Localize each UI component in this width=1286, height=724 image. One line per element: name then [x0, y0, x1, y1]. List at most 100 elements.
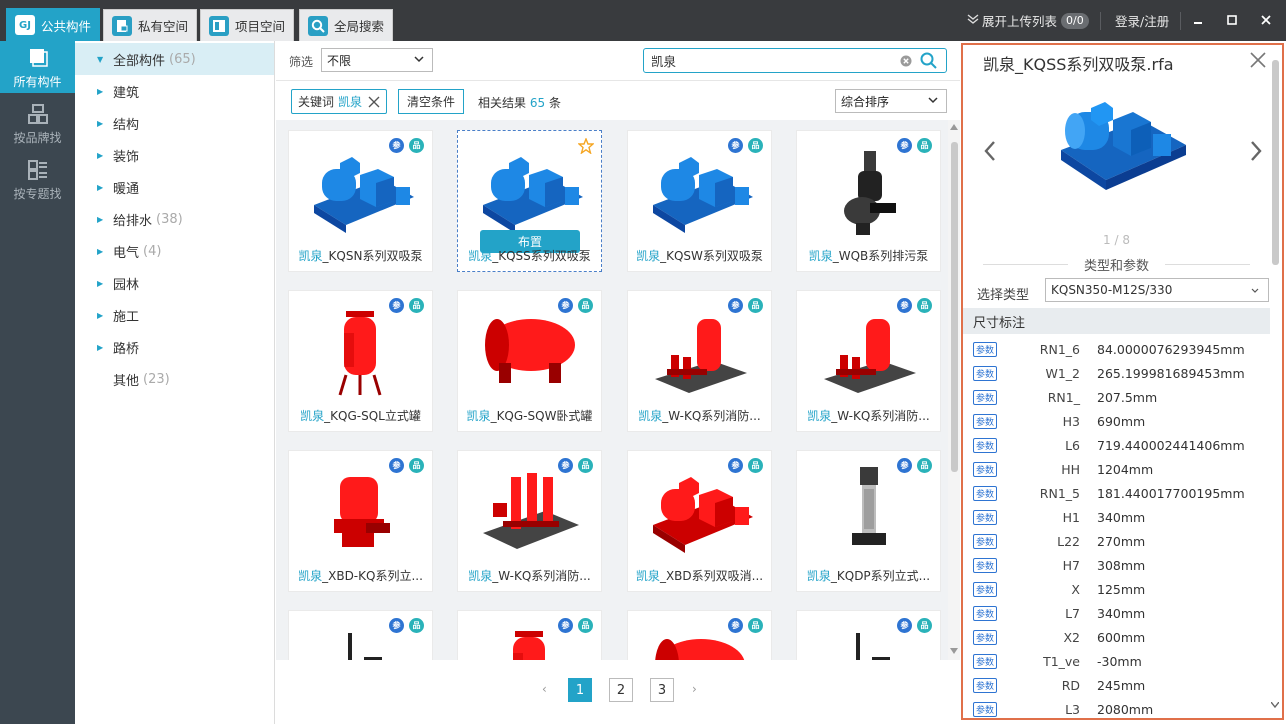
component-card[interactable]: 参 品 [796, 610, 941, 660]
component-card[interactable]: 参 品 凯泉_WQB系列排污泵 [796, 130, 941, 272]
param-tag[interactable]: 参数 [973, 437, 997, 453]
chevron-left-icon[interactable] [983, 140, 997, 162]
param-tag[interactable]: 参数 [973, 485, 997, 501]
param-tag[interactable]: 参数 [973, 581, 997, 597]
close-window-button[interactable] [1256, 10, 1276, 30]
param-tag[interactable]: 参数 [973, 677, 997, 693]
tree-item[interactable]: ▶ 施工 [75, 299, 274, 331]
filter-select[interactable]: 不限 [321, 48, 433, 72]
type-select[interactable]: KQSN350-M12S/330 [1045, 278, 1269, 302]
param-value: 245mm [1097, 677, 1146, 693]
component-card[interactable]: 参 品 凯泉_KQSW系列双吸泵 [627, 130, 772, 272]
card-title-rest: _KQSW系列双吸泵 [660, 249, 763, 263]
tab-project-space[interactable]: 项目空间 [200, 9, 295, 41]
nav-by-brand[interactable]: 按品牌找 [0, 97, 75, 149]
caret-right-icon[interactable]: ▶ [97, 247, 107, 256]
caret-right-icon[interactable]: ▶ [97, 215, 107, 224]
tab-public-components[interactable]: GJ 公共构件 [6, 8, 101, 41]
caret-right-icon[interactable]: ▶ [97, 183, 107, 192]
page-2-button[interactable]: 2 [609, 678, 633, 702]
scroll-down-icon[interactable] [950, 648, 958, 654]
component-card[interactable]: 参 品 凯泉_KQDP系列立式... [796, 450, 941, 592]
param-tag[interactable]: 参数 [973, 701, 997, 717]
expand-upload-list-button[interactable]: 展开上传列表 0/0 [966, 0, 1089, 41]
tree-item[interactable]: 其他 (23) [75, 363, 274, 395]
star-icon[interactable] [578, 138, 594, 154]
component-card[interactable]: 参 品 凯泉_W-KQ系列消防... [457, 450, 602, 592]
tab-private-space[interactable]: 私有空间 [103, 9, 198, 41]
maximize-button[interactable] [1222, 10, 1242, 30]
component-card[interactable]: 参 品 凯泉_W-KQ系列消防... [627, 290, 772, 432]
minimize-button[interactable] [1188, 10, 1208, 30]
parameter-badge-icon: 参 [389, 298, 404, 313]
card-title-rest: _KQG-SQW卧式罐 [490, 409, 593, 423]
tree-item[interactable]: ▶ 路桥 [75, 331, 274, 363]
nav-by-topic[interactable]: 按专题找 [0, 153, 75, 205]
component-card[interactable]: 参 品 [627, 610, 772, 660]
caret-right-icon[interactable]: ▶ [97, 87, 107, 96]
close-icon[interactable] [1250, 52, 1266, 68]
tree-item[interactable]: ▶ 结构 [75, 107, 274, 139]
param-tag[interactable]: 参数 [973, 341, 997, 357]
param-tag[interactable]: 参数 [973, 533, 997, 549]
component-card[interactable]: 参 品 凯泉_KQSN系列双吸泵 [288, 130, 433, 272]
search-icon[interactable] [920, 52, 937, 69]
chevron-right-icon[interactable] [1249, 140, 1263, 162]
login-register-link[interactable]: 登录/注册 [1115, 0, 1169, 41]
remove-keyword-icon[interactable] [368, 96, 380, 108]
param-tag[interactable]: 参数 [973, 653, 997, 669]
component-card[interactable]: 参 品 [288, 610, 433, 660]
param-tag[interactable]: 参数 [973, 461, 997, 477]
tree-item-label: 结构 [113, 117, 140, 133]
scrollbar-thumb[interactable] [951, 142, 958, 472]
nav-all-components[interactable]: 所有构件 [0, 41, 75, 93]
param-value: 340mm [1097, 509, 1146, 525]
tree-item[interactable]: ▶ 装饰 [75, 139, 274, 171]
scrollbar-thumb[interactable] [1272, 60, 1279, 265]
scroll-up-icon[interactable] [950, 124, 958, 130]
tab-global-search[interactable]: 全局搜索 [299, 9, 394, 41]
grid-scrollbar[interactable] [948, 120, 960, 660]
component-card[interactable]: 参 品 凯泉_W-KQ系列消防... [796, 290, 941, 432]
param-tag[interactable]: 参数 [973, 365, 997, 381]
param-tag[interactable]: 参数 [973, 509, 997, 525]
component-card[interactable]: 参 品 凯泉_KQG-SQL立式罐 [288, 290, 433, 432]
component-card[interactable]: 参 品 [457, 610, 602, 660]
component-card[interactable]: 参 品 凯泉_XBD-KQ系列立... [288, 450, 433, 592]
card-title: 凯泉_KQSN系列双吸泵 [289, 247, 432, 264]
caret-right-icon[interactable]: ▶ [97, 119, 107, 128]
param-tag[interactable]: 参数 [973, 389, 997, 405]
caret-right-icon[interactable]: ▶ [97, 311, 107, 320]
tree-item[interactable]: ▶ 暖通 [75, 171, 274, 203]
search-box[interactable]: 凯泉 [643, 48, 947, 73]
component-card[interactable]: 参 品 凯泉_XBD系列双吸消... [627, 450, 772, 592]
page-3-button[interactable]: 3 [650, 678, 674, 702]
param-value: 600mm [1097, 629, 1146, 645]
tree-item[interactable]: ▶ 电气 (4) [75, 235, 274, 267]
page-1-button[interactable]: 1 [568, 678, 592, 702]
clear-search-icon[interactable] [900, 55, 912, 67]
param-tag[interactable]: 参数 [973, 605, 997, 621]
tree-item[interactable]: ▶ 园林 [75, 267, 274, 299]
scroll-down-icon[interactable] [1271, 702, 1279, 708]
sort-select[interactable]: 综合排序 [835, 89, 947, 113]
detail-scrollbar[interactable] [1270, 60, 1280, 718]
keyword-chip[interactable]: 关键词 凯泉 [291, 89, 388, 114]
caret-right-icon[interactable]: ▶ [97, 343, 107, 352]
tree-item[interactable]: ▶ 给排水 (38) [75, 203, 274, 235]
next-page-button[interactable]: › [692, 682, 697, 696]
caret-down-icon[interactable]: ▼ [97, 55, 107, 64]
card-title: 凯泉_KQSW系列双吸泵 [628, 247, 771, 264]
component-card[interactable]: 布置 凯泉_KQSS系列双吸泵 [457, 130, 602, 272]
param-tag[interactable]: 参数 [973, 557, 997, 573]
prev-page-button[interactable]: ‹ [542, 682, 547, 696]
caret-right-icon[interactable]: ▶ [97, 151, 107, 160]
param-tag[interactable]: 参数 [973, 413, 997, 429]
caret-right-icon[interactable]: ▶ [97, 279, 107, 288]
component-card[interactable]: 参 品 凯泉_KQG-SQW卧式罐 [457, 290, 602, 432]
tree-item[interactable]: ▼ 全部构件 (65) [75, 43, 274, 75]
clear-conditions-button[interactable]: 清空条件 [398, 89, 465, 114]
param-tag[interactable]: 参数 [973, 629, 997, 645]
search-input[interactable]: 凯泉 [651, 51, 676, 70]
tree-item[interactable]: ▶ 建筑 [75, 75, 274, 107]
